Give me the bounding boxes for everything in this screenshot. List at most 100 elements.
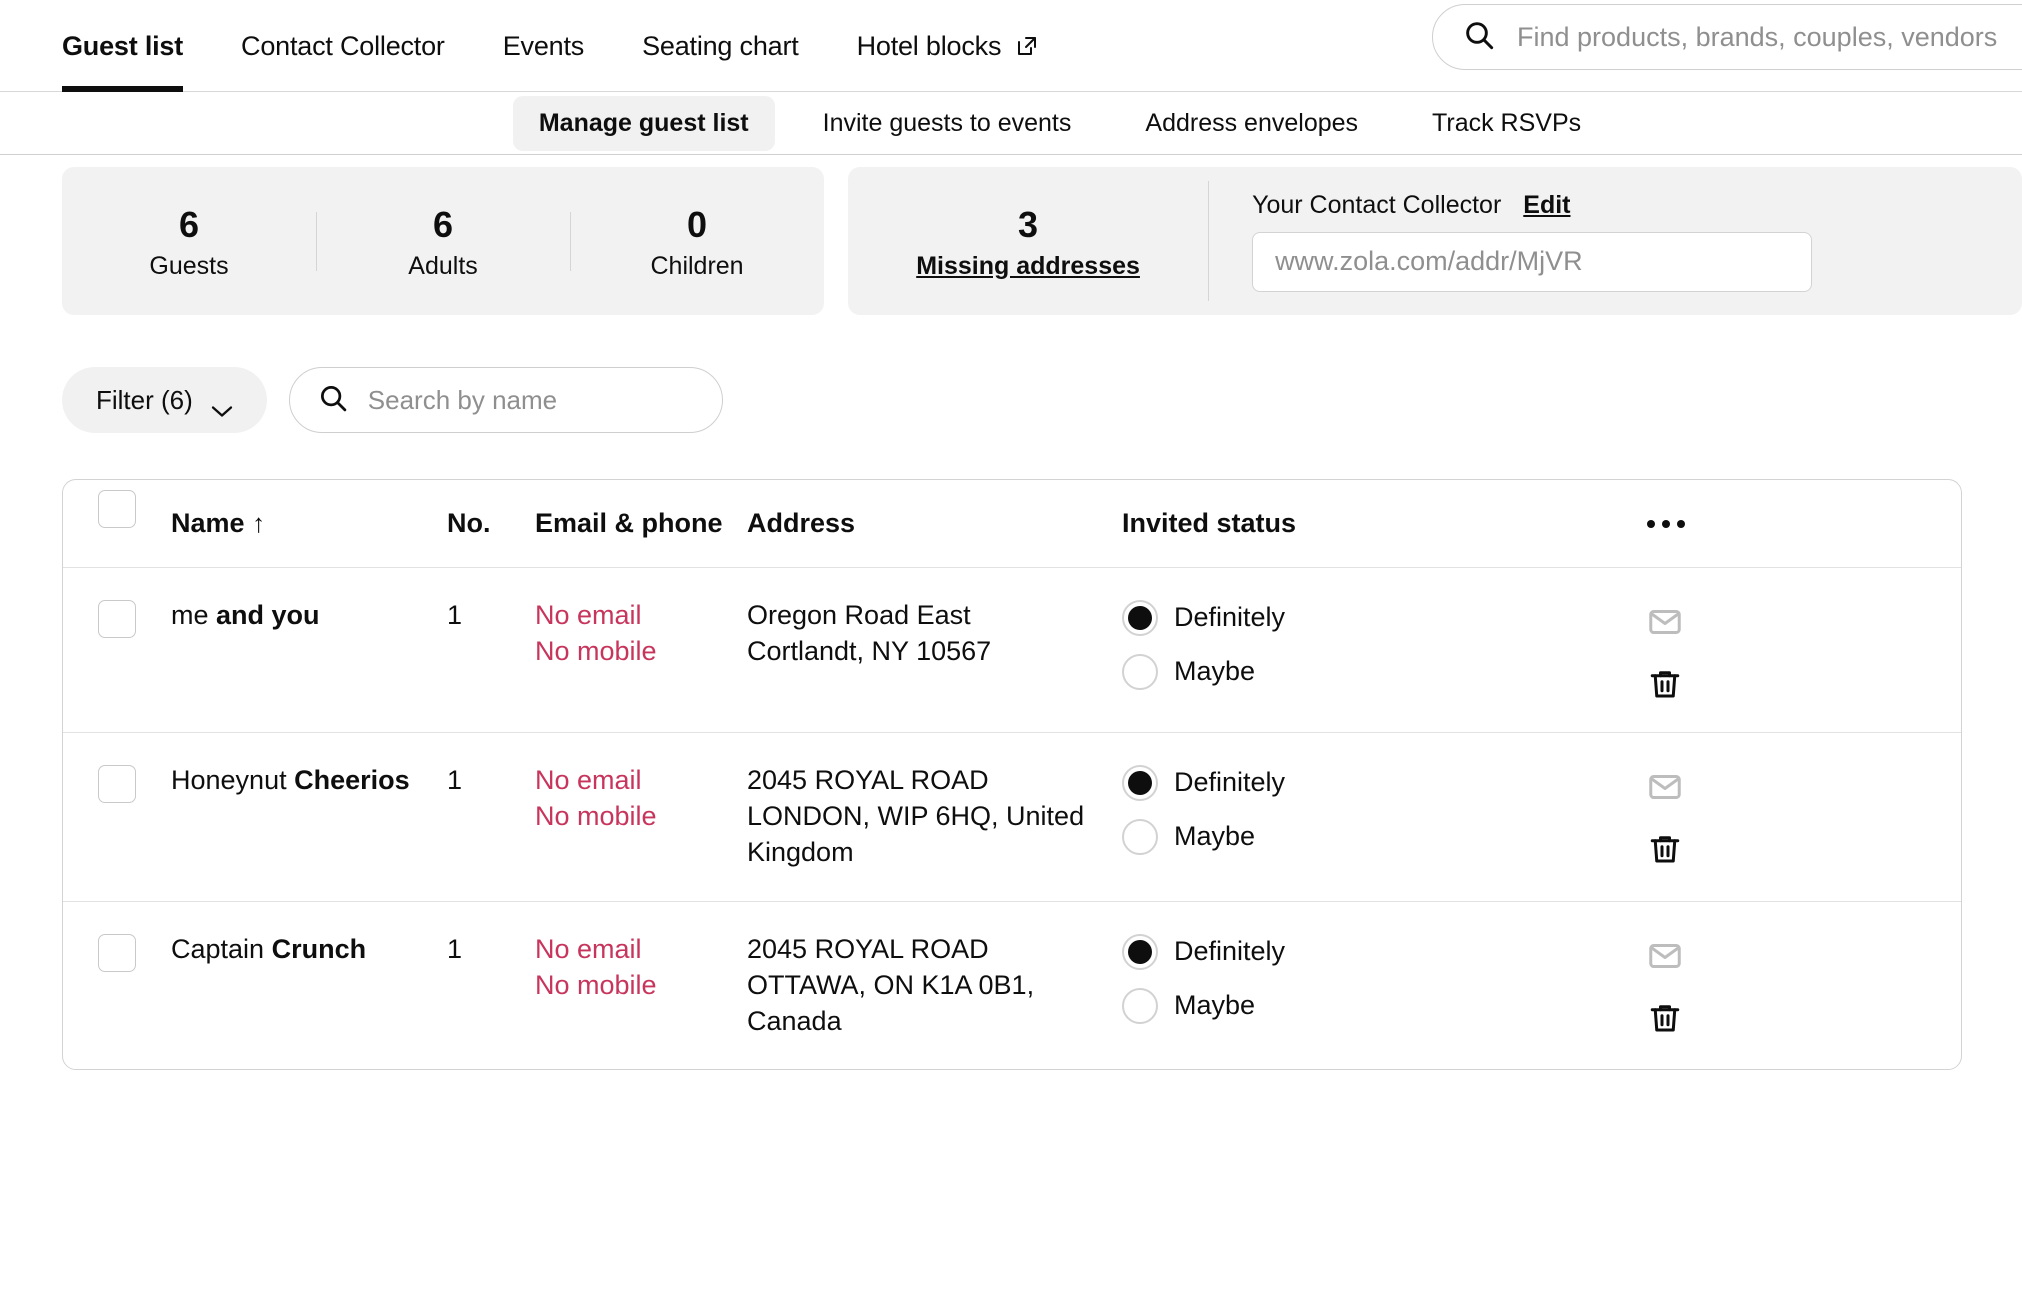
address-line: Canada: [747, 1005, 842, 1036]
status-option-definitely[interactable]: Definitely: [1122, 933, 1647, 970]
select-all-checkbox[interactable]: [98, 489, 136, 528]
select-all-cell: [63, 489, 171, 558]
delete-icon[interactable]: [1647, 666, 1683, 702]
search-icon: [1463, 19, 1495, 56]
row-actions-cell: [1647, 568, 1957, 732]
radio-definitely-selected[interactable]: [1122, 765, 1158, 801]
row-select-cell: [63, 568, 171, 668]
status-option-definitely-label: Definitely: [1174, 767, 1286, 798]
guest-contact-cell: No email No mobile: [535, 902, 747, 1034]
envelope-icon: [1647, 938, 1683, 974]
invited-status-cell: Definitely Maybe: [1117, 733, 1647, 885]
guest-mobile-status: No mobile: [535, 800, 657, 831]
contact-collector-panel: Your Contact Collector Edit www.zola.com…: [1208, 167, 2022, 315]
guest-address-cell: 2045 ROYAL ROAD LONDON, WIP 6HQ, United …: [747, 733, 1117, 901]
filter-button-label: Filter (6): [96, 384, 193, 415]
row-actions-cell: [1647, 902, 1957, 1066]
invited-status-cell: Definitely Maybe: [1117, 902, 1647, 1054]
address-line: Oregon Road East: [747, 600, 971, 630]
contact-collector-title: Your Contact Collector: [1252, 190, 1502, 219]
status-option-definitely-label: Definitely: [1174, 935, 1286, 966]
top-navigation: Guest list Contact Collector Events Seat…: [0, 0, 2022, 92]
guest-mobile-status: No mobile: [535, 969, 657, 1000]
subnav-address-envelopes[interactable]: Address envelopes: [1119, 96, 1384, 151]
row-select-cell: [63, 733, 171, 833]
delete-icon[interactable]: [1647, 1000, 1683, 1036]
guest-first-name: Captain: [171, 933, 265, 964]
subnav-manage-guest-list[interactable]: Manage guest list: [512, 95, 775, 151]
radio-maybe[interactable]: [1122, 987, 1158, 1024]
tab-hotel-blocks[interactable]: Hotel blocks: [857, 0, 1040, 92]
stat-guests-value: 6: [178, 203, 200, 245]
guest-count-cell: 1: [447, 933, 463, 964]
contact-collector-url-field[interactable]: www.zola.com/addr/MjVR: [1252, 231, 1813, 292]
stat-children-value: 0: [687, 203, 708, 245]
address-line: OTTAWA, ON K1A 0B1,: [747, 969, 1035, 1000]
guest-email-status: No email: [535, 933, 642, 964]
status-option-definitely[interactable]: Definitely: [1122, 765, 1647, 801]
contact-collector-url-value: www.zola.com/addr/MjVR: [1275, 246, 1583, 276]
invited-status-cell: Definitely Maybe: [1117, 568, 1647, 720]
tab-seating-chart-label: Seating chart: [642, 30, 799, 61]
guest-counts-card: 6 Guests 6 Adults 0 Children: [62, 167, 825, 315]
stat-missing-addresses-link[interactable]: Missing addresses: [858, 252, 1198, 281]
filter-button[interactable]: Filter (6): [62, 367, 267, 433]
radio-definitely-selected[interactable]: [1122, 933, 1158, 970]
guest-name-cell: me and you: [171, 568, 447, 664]
stat-children: 0 Children: [570, 202, 824, 281]
address-line: Kingdom: [747, 836, 854, 867]
radio-definitely-selected[interactable]: [1122, 600, 1158, 636]
column-header-email-phone: Email & phone: [535, 507, 723, 538]
guest-name-search[interactable]: [288, 367, 723, 433]
subnav-invite-guests-to-events[interactable]: Invite guests to events: [797, 96, 1098, 151]
filter-toolbar: Filter (6): [0, 315, 2022, 433]
row-select-checkbox[interactable]: [98, 933, 136, 972]
column-header-invited-status: Invited status: [1122, 507, 1297, 538]
tab-contact-collector[interactable]: Contact Collector: [241, 0, 445, 92]
tab-seating-chart[interactable]: Seating chart: [642, 0, 799, 92]
row-select-checkbox[interactable]: [98, 765, 136, 803]
stat-guests: 6 Guests: [62, 202, 316, 281]
column-header-name[interactable]: Name ↑: [171, 480, 447, 571]
guest-address-cell: 2045 ROYAL ROAD OTTAWA, ON K1A 0B1, Cana…: [747, 902, 1117, 1070]
search-icon: [318, 383, 348, 418]
tab-guest-list-label: Guest list: [62, 30, 184, 61]
contact-collector-edit-link[interactable]: Edit: [1523, 191, 1570, 220]
guest-address-cell: Oregon Road East Cortlandt, NY 10567: [747, 568, 1117, 700]
column-header-actions: [1647, 490, 1957, 558]
more-options-icon[interactable]: [1647, 519, 1957, 528]
tab-events[interactable]: Events: [502, 0, 585, 92]
guest-name-search-input[interactable]: [367, 384, 698, 416]
stat-missing-addresses: 3 Missing addresses: [848, 202, 1208, 281]
guest-email-status: No email: [535, 600, 642, 630]
table-row: me and you 1 No email No mobile Oregon R…: [63, 568, 1961, 733]
stat-missing-addresses-value: 3: [1018, 203, 1039, 245]
stat-guests-label: Guests: [149, 251, 229, 280]
status-option-maybe-label: Maybe: [1174, 656, 1256, 687]
guest-email-status: No email: [535, 765, 642, 795]
address-line: Cortlandt, NY 10567: [747, 635, 992, 666]
global-search[interactable]: [1432, 4, 2022, 70]
envelope-icon: [1647, 769, 1683, 805]
status-option-maybe-label: Maybe: [1174, 821, 1256, 852]
status-option-maybe[interactable]: Maybe: [1122, 654, 1647, 690]
global-search-input[interactable]: [1517, 21, 2022, 53]
delete-icon[interactable]: [1647, 831, 1683, 867]
status-option-definitely[interactable]: Definitely: [1122, 600, 1647, 636]
table-header-row: Name ↑ No. Email & phone Address Invited…: [63, 480, 1961, 568]
status-option-maybe[interactable]: Maybe: [1122, 987, 1647, 1024]
stat-adults-label: Adults: [408, 251, 478, 280]
guest-last-name: Cheerios: [294, 765, 410, 795]
envelope-icon: [1647, 604, 1683, 640]
radio-maybe[interactable]: [1122, 819, 1158, 855]
tab-events-label: Events: [502, 30, 585, 61]
row-select-checkbox[interactable]: [98, 600, 136, 638]
status-option-maybe[interactable]: Maybe: [1122, 819, 1647, 855]
subnav-track-rsvps[interactable]: Track RSVPs: [1406, 96, 1607, 151]
column-header-name-label: Name: [171, 507, 245, 538]
tab-hotel-blocks-label: Hotel blocks: [856, 30, 1002, 61]
tab-guest-list[interactable]: Guest list: [62, 0, 183, 92]
radio-maybe[interactable]: [1122, 654, 1158, 690]
top-nav-tab-list: Guest list Contact Collector Events Seat…: [0, 0, 1039, 92]
stats-row: 6 Guests 6 Adults 0 Children 3 Missing a…: [0, 155, 2022, 315]
